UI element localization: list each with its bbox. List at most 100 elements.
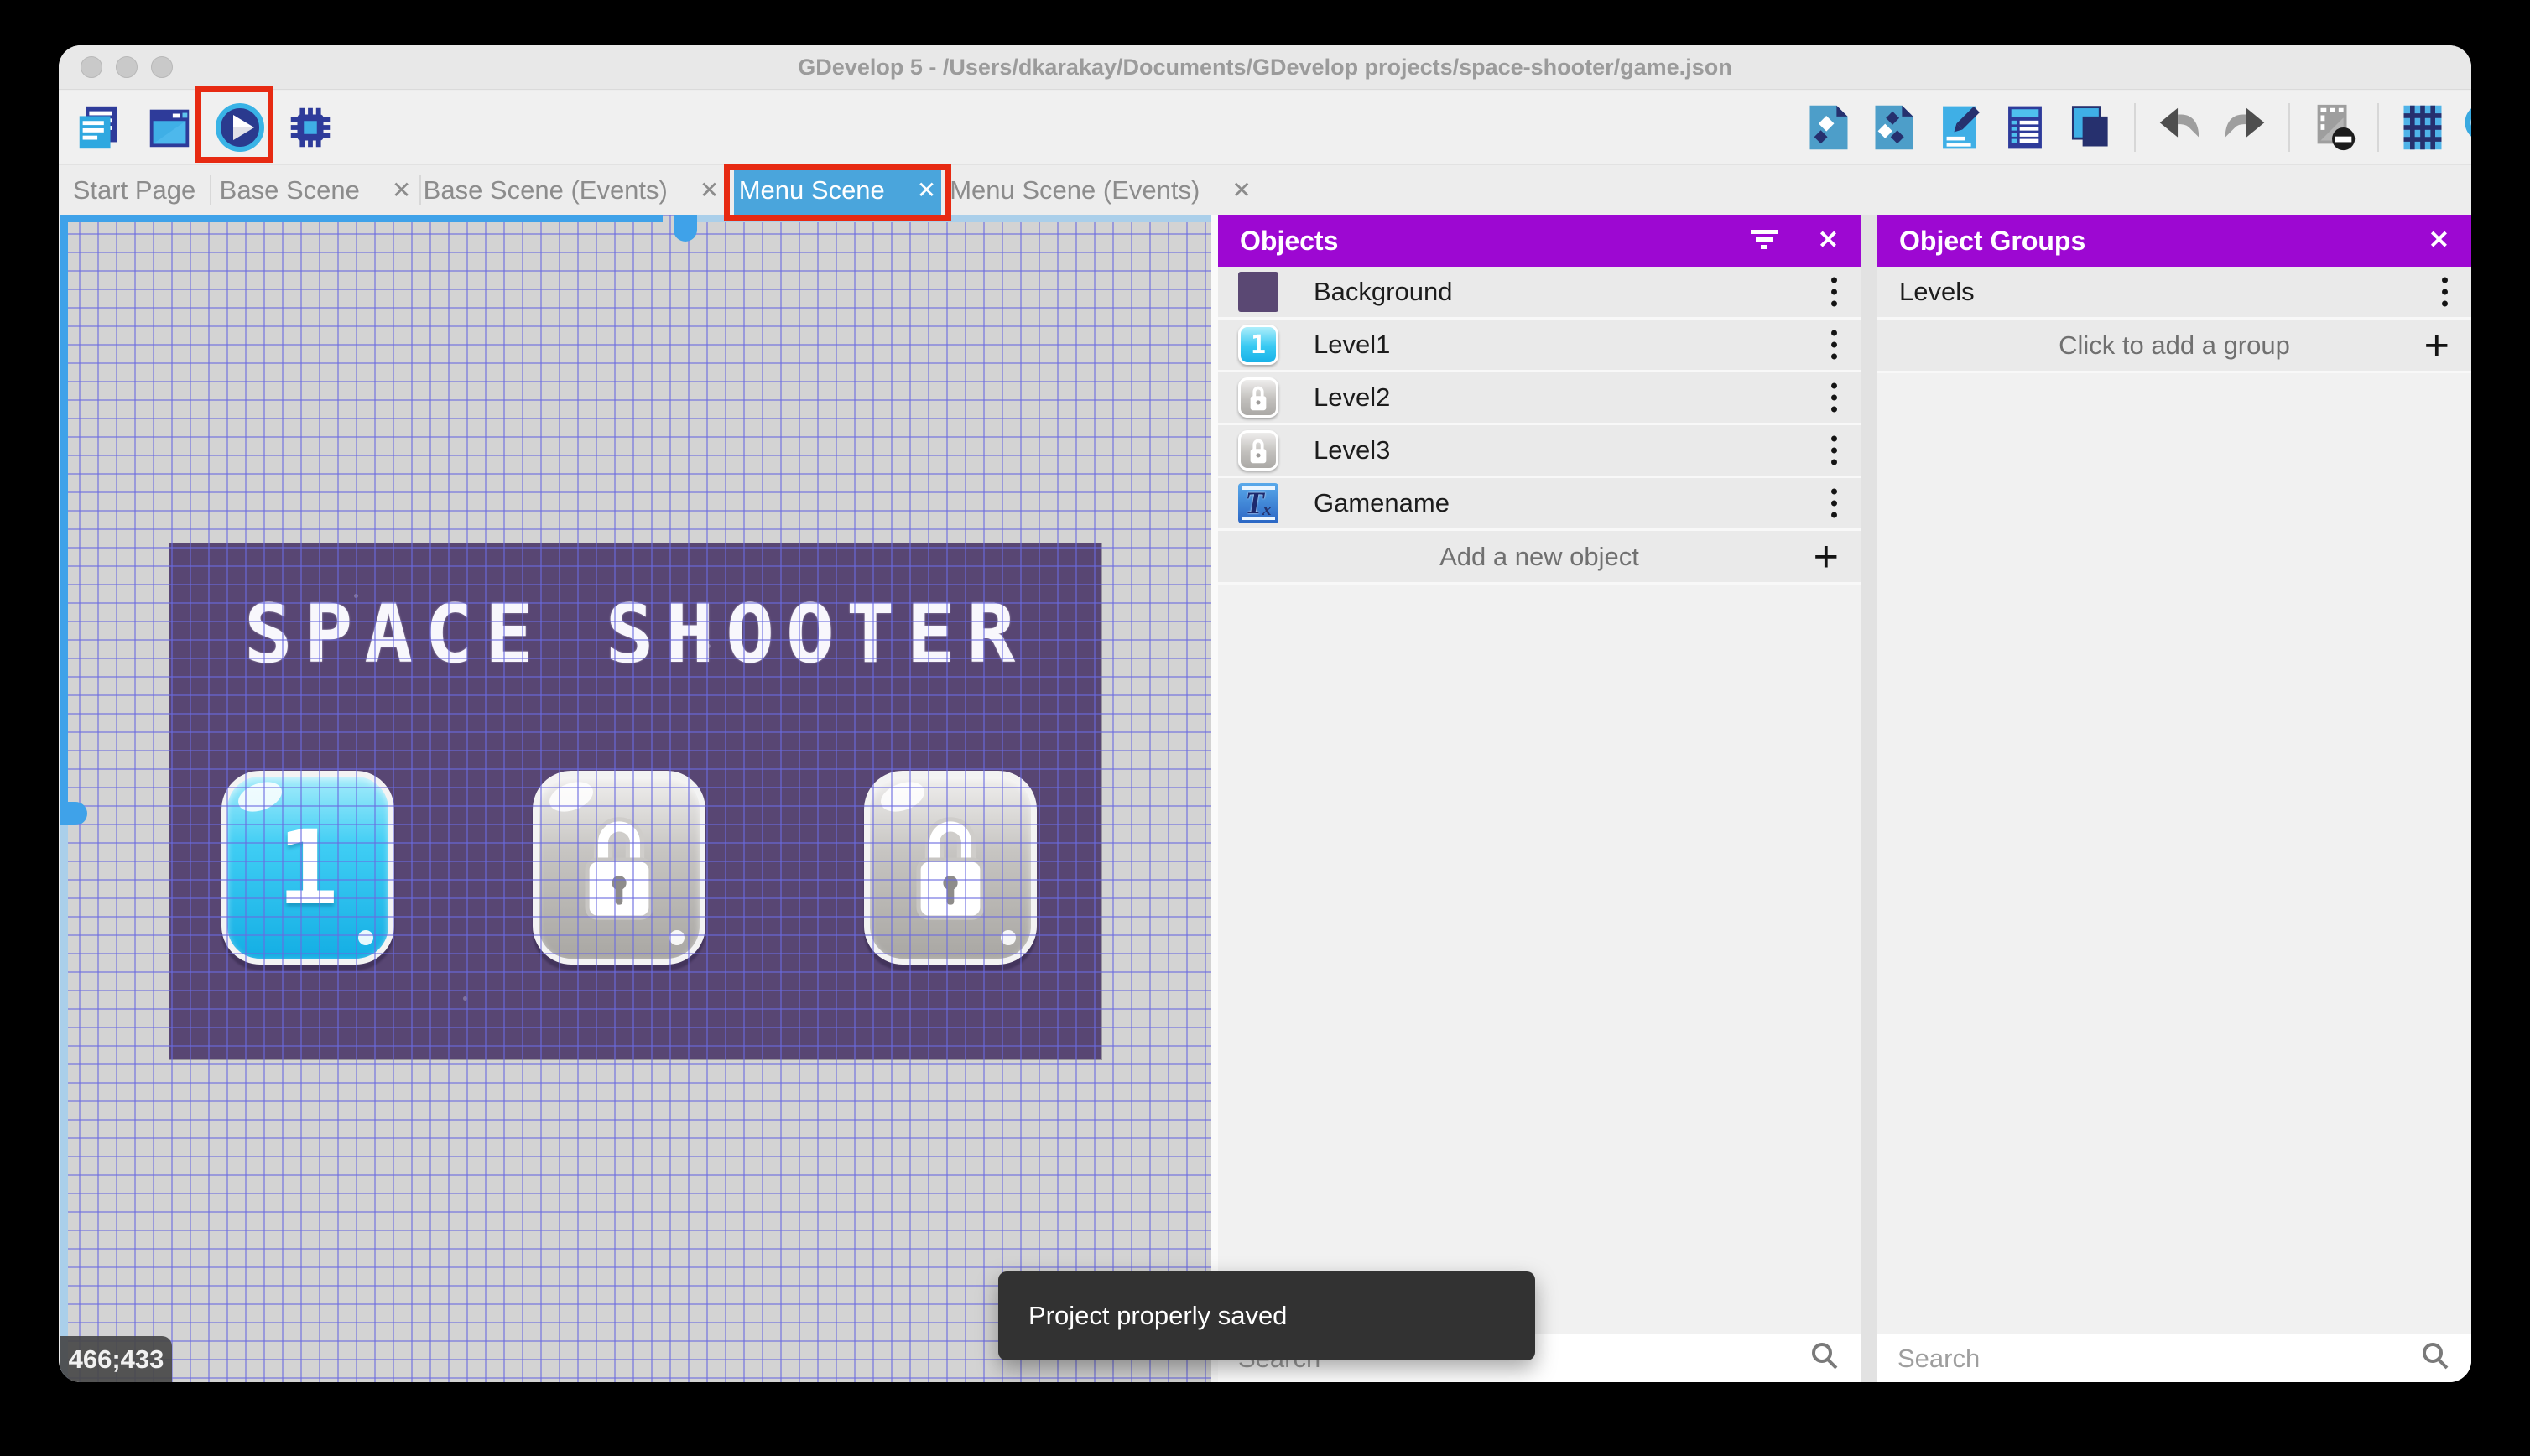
horizontal-scrollbar[interactable]: [60, 215, 1211, 242]
layers-panel-icon[interactable]: [2064, 100, 2117, 155]
add-group-row[interactable]: Click to add a group: [1877, 320, 2471, 373]
gloss-dot: [358, 930, 373, 945]
scene-editor-canvas[interactable]: SPACE SHOOTER 1 466;433: [60, 215, 1211, 1382]
row-menu-icon[interactable]: [2442, 277, 2448, 307]
scene-background-instance[interactable]: SPACE SHOOTER 1: [169, 543, 1101, 1059]
tab-label: Start Page: [72, 175, 196, 205]
filter-icon[interactable]: [1749, 226, 1779, 257]
groups-search-row: [1877, 1334, 2471, 1382]
toolbar-left-group: [72, 100, 337, 155]
panel-title: Objects: [1240, 225, 1339, 256]
toolbar-right-group: 1:1: [1802, 100, 2471, 155]
scrollbar-thumb[interactable]: [674, 215, 697, 242]
tab-base-scene[interactable]: Base Scene: [211, 165, 419, 216]
tab-menu-scene[interactable]: Menu Scene: [734, 165, 941, 216]
tab-base-scene-events[interactable]: Base Scene (Events): [421, 165, 721, 216]
tab-label: Base Scene: [219, 175, 360, 205]
tab-start-page[interactable]: Start Page: [59, 165, 210, 216]
close-tab-icon[interactable]: [1231, 179, 1251, 202]
search-icon[interactable]: [1809, 1340, 1840, 1376]
object-name: Level1: [1314, 330, 1391, 359]
gloss-dot: [669, 930, 685, 945]
search-icon[interactable]: [2419, 1340, 2451, 1376]
undo-icon[interactable]: [2153, 100, 2206, 155]
background-thumbnail: [1238, 272, 1278, 312]
save-toast: Project properly saved: [998, 1271, 1535, 1360]
object-row-level2[interactable]: Level2: [1218, 372, 1861, 425]
debugger-icon[interactable]: [284, 100, 337, 155]
level2-button-instance[interactable]: [533, 771, 705, 965]
star-decoration: [463, 996, 467, 1001]
tab-menu-scene-events[interactable]: Menu Scene (Events): [950, 165, 1252, 216]
object-groups-panel-icon[interactable]: [1867, 100, 1921, 155]
group-row-levels[interactable]: Levels: [1877, 267, 2471, 320]
panel-header-actions: [1749, 226, 1839, 257]
window-title: GDevelop 5 - /Users/dkarakay/Documents/G…: [798, 55, 1732, 80]
groups-search-input[interactable]: [1898, 1343, 2419, 1374]
start-page-window-icon[interactable]: [143, 100, 196, 155]
redo-icon[interactable]: [2218, 100, 2272, 155]
scrollbar-thumb[interactable]: [60, 802, 87, 825]
gloss-dot: [1001, 930, 1016, 945]
close-panel-icon[interactable]: [2428, 228, 2449, 253]
scrollbar-track: [60, 825, 68, 1382]
add-group-label: Click to add a group: [2059, 330, 2290, 360]
level3-button-instance[interactable]: [864, 771, 1037, 965]
scrollbar-track-filled: [60, 215, 663, 222]
minimize-window-button[interactable]: [116, 56, 138, 78]
lock-thumbnail: [1238, 377, 1278, 418]
object-name: Gamename: [1314, 488, 1450, 517]
plus-icon[interactable]: [1814, 535, 1839, 579]
object-groups-header: Object Groups: [1877, 215, 2471, 267]
project-manager-icon[interactable]: [72, 100, 126, 155]
add-object-label: Add a new object: [1439, 541, 1639, 571]
properties-panel-icon[interactable]: [1933, 100, 1986, 155]
object-name: Background: [1314, 277, 1453, 306]
add-object-row[interactable]: Add a new object: [1218, 531, 1861, 585]
editor-tabs: Start Page Base Scene Base Scene (Events…: [59, 164, 2471, 216]
close-panel-icon[interactable]: [1818, 228, 1839, 253]
main-toolbar: 1:1: [59, 91, 2471, 164]
scrollbar-track: [697, 215, 1211, 222]
instances-list-icon[interactable]: [1998, 100, 2052, 155]
object-row-level1[interactable]: 1 Level1: [1218, 320, 1861, 372]
toolbar-divider: [2377, 103, 2379, 152]
toggle-window-mask-icon[interactable]: [2307, 100, 2361, 155]
object-row-level3[interactable]: Level3: [1218, 425, 1861, 478]
zoom-options-icon[interactable]: 1:1: [2461, 100, 2471, 155]
object-row-gamename[interactable]: Gamename: [1218, 478, 1861, 531]
row-menu-icon[interactable]: [1831, 382, 1837, 413]
game-title-text[interactable]: SPACE SHOOTER: [169, 587, 1101, 681]
row-menu-icon[interactable]: [1831, 330, 1837, 360]
objects-panel: Objects Background: [1218, 215, 1861, 1382]
close-window-button[interactable]: [81, 56, 102, 78]
object-name: Level2: [1314, 382, 1391, 412]
toggle-grid-icon[interactable]: [2396, 100, 2449, 155]
zoom-window-button[interactable]: [151, 56, 173, 78]
scrollbar-track-filled: [60, 215, 68, 809]
toast-message: Project properly saved: [1028, 1301, 1288, 1330]
objects-panel-header: Objects: [1218, 215, 1861, 267]
objects-panel-icon[interactable]: [1802, 100, 1856, 155]
lock-icon: [575, 808, 663, 928]
traffic-lights: [81, 56, 173, 78]
row-menu-icon[interactable]: [1831, 277, 1837, 307]
tab-label: Menu Scene (Events): [950, 175, 1200, 205]
level-number: 1: [277, 808, 339, 928]
cursor-coordinates-badge: 466;433: [60, 1336, 172, 1382]
row-menu-icon[interactable]: [1831, 435, 1837, 465]
level1-thumbnail: 1: [1238, 325, 1278, 365]
close-tab-icon[interactable]: [700, 179, 719, 202]
close-tab-icon[interactable]: [917, 179, 936, 202]
preview-play-icon[interactable]: [213, 100, 267, 155]
plus-icon[interactable]: [2424, 324, 2449, 367]
screenshot-stage: GDevelop 5 - /Users/dkarakay/Documents/G…: [0, 0, 2530, 1456]
close-tab-icon[interactable]: [392, 179, 411, 202]
level1-button-instance[interactable]: 1: [221, 771, 394, 965]
vertical-scrollbar[interactable]: [60, 215, 87, 1382]
toolbar-divider: [2134, 103, 2136, 152]
lock-thumbnail: [1238, 430, 1278, 471]
panel-header-actions: [2428, 228, 2449, 253]
row-menu-icon[interactable]: [1831, 488, 1837, 518]
object-row-background[interactable]: Background: [1218, 267, 1861, 320]
